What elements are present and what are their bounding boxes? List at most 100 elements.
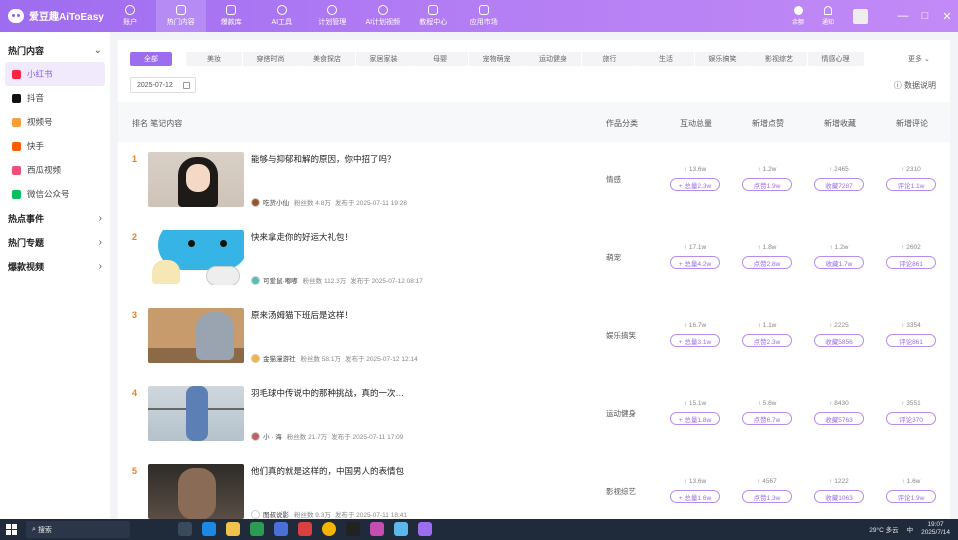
app-pink-icon[interactable]	[370, 522, 384, 536]
metric-pill[interactable]: 评论1.1w	[886, 178, 936, 191]
category-chip[interactable]: 全部	[130, 52, 172, 66]
close-button[interactable]: ✕	[936, 10, 958, 23]
chrome-icon[interactable]	[322, 522, 336, 536]
app-cyan-icon[interactable]	[394, 522, 408, 536]
video-thumbnail[interactable]	[148, 386, 244, 441]
file-explorer-icon[interactable]	[226, 522, 240, 536]
metric-pill[interactable]: + 总量4.2w	[670, 256, 720, 269]
table-row[interactable]: 1 能够与抑郁和解的原因，你中招了吗？ 吃货小仙 粉丝数 4.8万 发布于 202…	[118, 142, 950, 212]
category-chip[interactable]: 运动健身	[525, 52, 581, 66]
category-chip[interactable]: 情感心理	[807, 52, 864, 66]
metric-pill[interactable]: 评论861	[886, 334, 936, 347]
ai-app-icon[interactable]	[346, 522, 360, 536]
author-name[interactable]: 可爱鼠·嘟嘟	[263, 275, 298, 285]
metric-pill[interactable]: + 总量3.1w	[670, 334, 720, 347]
table-row[interactable]: 5 他们真的就是这样的，中国男人的表情包 图叔说影 粉丝数 9.3万 发布于 20…	[118, 454, 950, 524]
author-name[interactable]: 金猫漫游社	[263, 353, 296, 363]
category-chip[interactable]: 宠物萌宠	[468, 52, 525, 66]
note-title[interactable]: 原来汤姆猫下班后是这样！	[251, 309, 353, 321]
nav-item-account[interactable]: 账户	[105, 0, 156, 32]
header-likes[interactable]: 新增点赞	[752, 118, 784, 129]
note-title[interactable]: 羽毛球中传说中的那种挑战，真的一次…	[251, 387, 404, 399]
header-favorites[interactable]: 新增收藏	[824, 118, 856, 129]
nav-item-hot-content[interactable]: 热门内容	[155, 0, 206, 32]
sidebar-item-channels[interactable]: 视频号	[0, 110, 110, 134]
edge-icon[interactable]	[202, 522, 216, 536]
video-thumbnail[interactable]	[148, 308, 244, 363]
video-thumbnail[interactable]	[148, 152, 244, 207]
sidebar-group-hot-topics[interactable]: 热门专题 ›	[0, 230, 110, 254]
header-comments[interactable]: 新增评论	[896, 118, 928, 129]
sidebar-item-xiaohongshu[interactable]: 小红书	[5, 62, 105, 86]
metric-pill[interactable]: 点赞1.3w	[742, 490, 792, 503]
author-name[interactable]: 吃货小仙	[263, 197, 289, 207]
header-total[interactable]: 互动总量	[680, 118, 712, 129]
aitoeasy-taskbar-icon[interactable]	[418, 522, 432, 536]
clock[interactable]: 19:07 2025/7/14	[921, 521, 950, 537]
nav-item-tutorial[interactable]: 教程中心	[408, 0, 459, 32]
video-thumbnail[interactable]	[148, 464, 244, 519]
category-chip[interactable]: 母婴	[412, 52, 468, 66]
nav-item-ai-video[interactable]: AI计划视频	[358, 0, 409, 32]
metric-pill[interactable]: 收藏5763	[814, 412, 864, 425]
metric-pill[interactable]: 收藏5856	[814, 334, 864, 347]
table-row[interactable]: 2 快来拿走你的好运大礼包！ 可爱鼠·嘟嘟 粉丝数 112.3万 发布于 2025…	[118, 220, 950, 290]
maximize-button[interactable]: □	[914, 10, 936, 22]
minimize-button[interactable]: —	[892, 10, 914, 22]
app-blue-icon[interactable]	[274, 522, 288, 536]
category-chip[interactable]: 娱乐搞笑	[694, 52, 751, 66]
metric-pill[interactable]: 评论1.9w	[886, 490, 936, 503]
author-avatar[interactable]	[251, 275, 260, 285]
metric-pill[interactable]: + 总量1.6w	[670, 490, 720, 503]
category-chip[interactable]: 美食探店	[299, 52, 355, 66]
author-avatar[interactable]	[251, 197, 260, 207]
category-chip[interactable]: 影视综艺	[751, 52, 807, 66]
sidebar-group-viral-videos[interactable]: 爆款视频 ›	[0, 254, 110, 278]
author-name[interactable]: 小 · 海	[263, 431, 282, 441]
author-name[interactable]: 图叔说影	[263, 509, 289, 519]
weather-text[interactable]: 29°C 多云	[869, 524, 898, 534]
metric-pill[interactable]: 评论861	[886, 256, 936, 269]
sidebar-item-douyin[interactable]: 抖音	[0, 86, 110, 110]
credit-button[interactable]: 余额	[783, 6, 813, 26]
metric-pill[interactable]: 收藏7287	[814, 178, 864, 191]
metric-pill[interactable]: + 总量2.3w	[670, 178, 720, 191]
app-logo[interactable]: 爱豆趣AiToEasy	[8, 8, 104, 23]
author-avatar[interactable]	[251, 509, 260, 519]
windows-start-icon[interactable]	[6, 524, 17, 535]
category-chip[interactable]: 旅行	[581, 52, 638, 66]
sidebar-group-hot-events[interactable]: 热点事件 ›	[0, 206, 110, 230]
task-view-icon[interactable]	[178, 522, 192, 536]
category-chip[interactable]: 美妆	[186, 52, 242, 66]
note-title[interactable]: 快来拿走你的好运大礼包！	[251, 231, 353, 243]
nav-item-library[interactable]: 爆款库	[206, 0, 257, 32]
author-avatar[interactable]	[251, 353, 260, 363]
note-title[interactable]: 他们真的就是这样的，中国男人的表情包	[251, 465, 404, 477]
video-thumbnail[interactable]	[148, 230, 244, 285]
data-explain-link[interactable]: ⓘ 数据说明	[894, 80, 936, 91]
category-chip[interactable]: 穿搭时尚	[242, 52, 299, 66]
sidebar-item-wechat-official[interactable]: 微信公众号	[0, 182, 110, 206]
nav-item-market[interactable]: 应用市场	[459, 0, 510, 32]
app-green-icon[interactable]	[250, 522, 264, 536]
sidebar-item-xigua[interactable]: 西瓜视频	[0, 158, 110, 182]
sidebar-group-hot-content[interactable]: 热门内容 ⌄	[0, 38, 110, 62]
metric-pill[interactable]: 评论370	[886, 412, 936, 425]
notice-button[interactable]: 通知	[813, 6, 843, 26]
category-chip[interactable]: 生活	[638, 52, 694, 66]
sidebar-item-kuaishou[interactable]: 快手	[0, 134, 110, 158]
metric-pill[interactable]: 点赞2.8w	[742, 256, 792, 269]
avatar[interactable]	[853, 8, 868, 24]
metric-pill[interactable]: 收藏1063	[814, 490, 864, 503]
note-title[interactable]: 能够与抑郁和解的原因，你中招了吗？	[251, 153, 396, 165]
table-row[interactable]: 3 原来汤姆猫下班后是这样！ 金猫漫游社 粉丝数 58.1万 发布于 2025-0…	[118, 298, 950, 368]
more-categories-button[interactable]: 更多 ⌄	[908, 52, 930, 66]
metric-pill[interactable]: 点赞1.9w	[742, 178, 792, 191]
nav-item-ai-tools[interactable]: AI工具	[257, 0, 308, 32]
author-avatar[interactable]	[251, 431, 260, 441]
taskbar-search-input[interactable]: ⌕ 搜索	[26, 521, 130, 538]
wps-icon[interactable]	[298, 522, 312, 536]
input-language[interactable]: 中	[907, 524, 914, 534]
metric-pill[interactable]: 点赞2.3w	[742, 334, 792, 347]
metric-pill[interactable]: 点赞6.7w	[742, 412, 792, 425]
